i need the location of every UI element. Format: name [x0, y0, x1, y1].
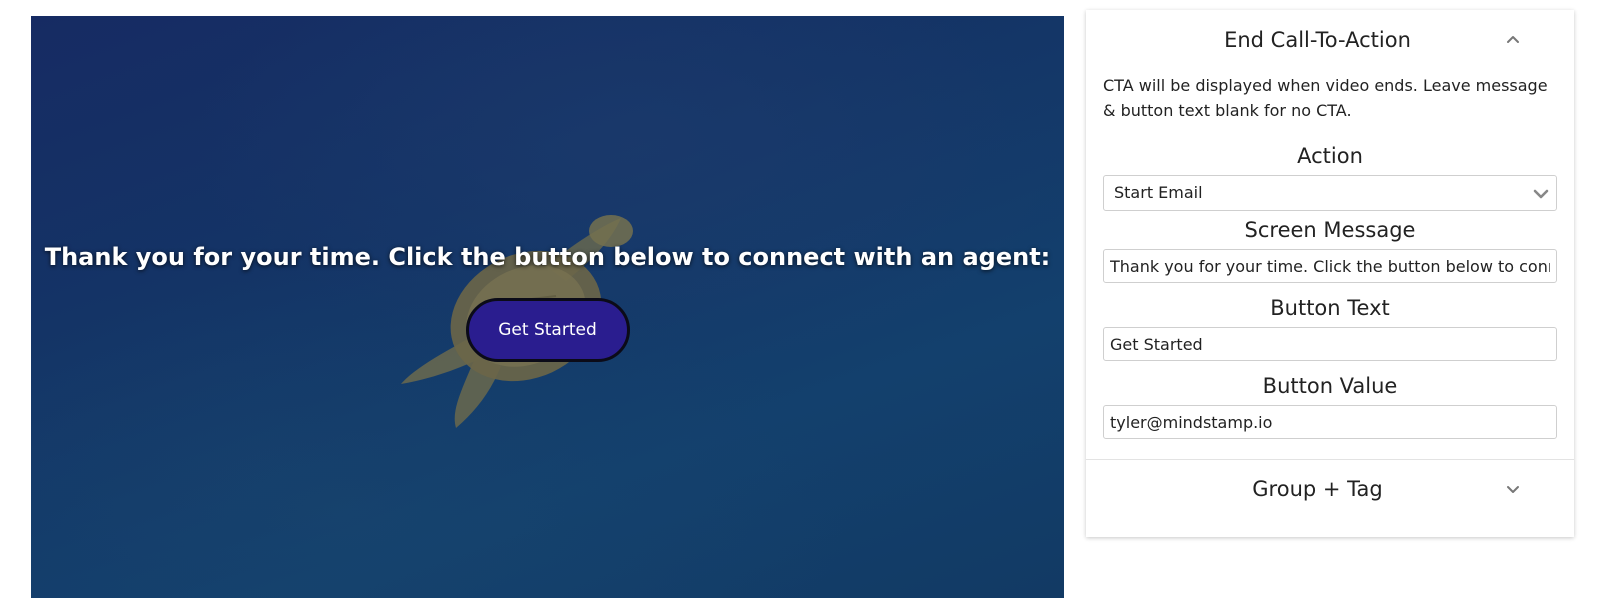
end-cta-section-body: CTA will be displayed when video ends. L…	[1086, 73, 1574, 439]
chevron-down-icon	[1533, 189, 1549, 199]
screen-message-label: Screen Message	[1244, 218, 1416, 242]
video-preview[interactable]: Thank you for your time. Click the butto…	[31, 16, 1064, 598]
action-select-value: Start Email	[1114, 183, 1203, 202]
cta-screen-message: Thank you for your time. Click the butto…	[44, 243, 1051, 271]
button-text-input[interactable]	[1103, 327, 1557, 361]
settings-panel: End Call-To-Action CTA will be displayed…	[1086, 10, 1574, 537]
button-text-label: Button Text	[1270, 296, 1390, 320]
button-value-label: Button Value	[1262, 374, 1398, 398]
chevron-down-icon[interactable]	[1504, 480, 1522, 498]
cta-overlay: Thank you for your time. Click the butto…	[31, 16, 1064, 598]
group-tag-section-title: Group + Tag	[1252, 477, 1383, 501]
group-tag-section-header[interactable]: Group + Tag	[1086, 460, 1574, 518]
end-cta-section-title: End Call-To-Action	[1224, 28, 1411, 52]
chevron-up-icon[interactable]	[1504, 31, 1522, 49]
action-select[interactable]: Start Email	[1103, 175, 1557, 211]
button-value-input[interactable]	[1103, 405, 1557, 439]
end-cta-section-header[interactable]: End Call-To-Action	[1086, 10, 1574, 70]
get-started-button[interactable]: Get Started	[465, 298, 630, 362]
cta-description: CTA will be displayed when video ends. L…	[1103, 76, 1548, 120]
action-label: Action	[1297, 144, 1363, 168]
screen-message-input[interactable]	[1103, 249, 1557, 283]
